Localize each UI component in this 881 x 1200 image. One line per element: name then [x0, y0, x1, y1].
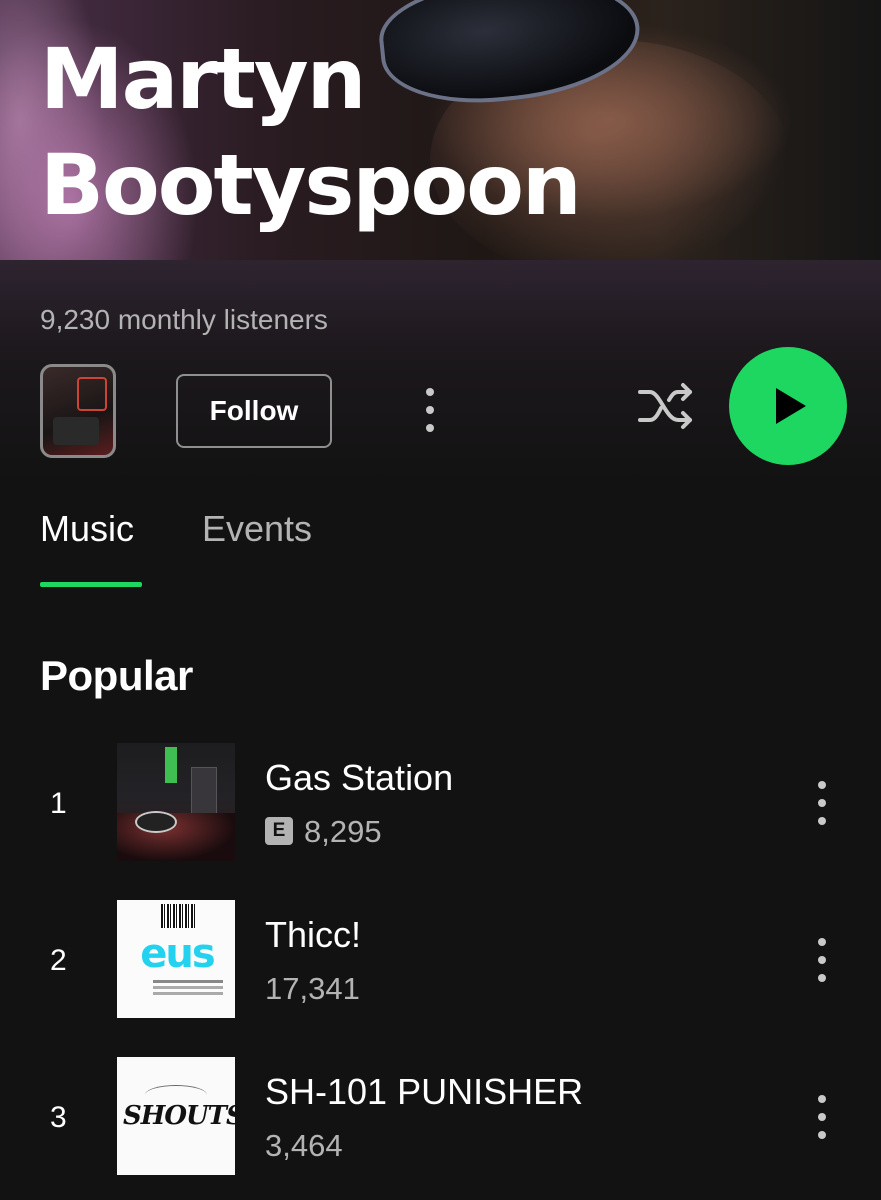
play-icon — [776, 388, 806, 424]
play-button[interactable] — [729, 347, 847, 465]
track-row[interactable]: 3 SHOUTS SH-101 PUNISHER 3,464 — [0, 1057, 881, 1177]
tab-events[interactable]: Events — [202, 508, 312, 550]
tab-music[interactable]: Music — [40, 508, 134, 550]
artist-hero-image: Martyn Bootyspoon — [0, 0, 881, 260]
track-title: Gas Station — [265, 757, 454, 798]
track-cover-art — [117, 743, 235, 861]
more-options-icon[interactable] — [418, 382, 442, 438]
track-title: Thicc! — [265, 914, 362, 955]
track-more-icon[interactable] — [810, 775, 834, 831]
track-rank: 2 — [50, 944, 67, 977]
popular-section-title: Popular — [40, 652, 193, 699]
explicit-badge: E — [265, 817, 293, 845]
artist-pick-thumbnail[interactable] — [40, 364, 116, 458]
track-play-count: 3,464 — [265, 1128, 343, 1163]
track-cover-art: SHOUTS — [117, 1057, 235, 1175]
thumbnail-sign — [77, 377, 107, 411]
active-tab-indicator — [40, 582, 142, 587]
artist-name-line-1: Martyn — [40, 30, 366, 128]
track-rank: 1 — [50, 787, 67, 820]
track-cover-art: eus — [117, 900, 235, 1018]
track-more-icon[interactable] — [810, 1089, 834, 1145]
track-play-count: 17,341 — [265, 971, 360, 1006]
artist-name: Martyn Bootyspoon — [40, 26, 582, 238]
track-rank: 3 — [50, 1101, 67, 1134]
track-play-count: 8,295 — [304, 814, 382, 849]
track-row[interactable]: 2 eus Thicc! 17,341 — [0, 900, 881, 1020]
track-row[interactable]: 1 Gas Station E 8,295 — [0, 743, 881, 863]
thumbnail-shape — [53, 417, 99, 445]
shuffle-icon[interactable] — [636, 380, 696, 432]
monthly-listeners: 9,230 monthly listeners — [40, 304, 328, 335]
track-more-icon[interactable] — [810, 932, 834, 988]
track-title: SH-101 PUNISHER — [265, 1071, 584, 1112]
follow-button[interactable]: Follow — [176, 374, 332, 448]
artist-name-line-2: Bootyspoon — [40, 136, 582, 234]
